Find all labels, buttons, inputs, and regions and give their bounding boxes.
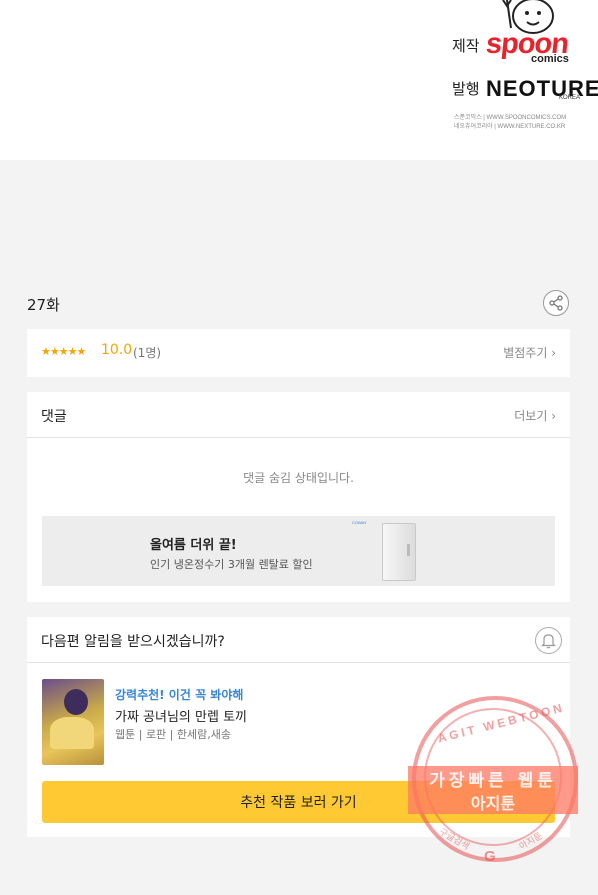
ad-subtitle: 인기 냉온정수기 3개월 렌탈료 할인 xyxy=(150,558,313,571)
recommendation-label: 강력추천! 이건 꼭 봐야해 xyxy=(115,688,244,702)
watermark-line-2: 아지툰 xyxy=(470,794,516,813)
rating-card: ★★★★★ 10.0 (1명) 별점주기 › xyxy=(27,329,570,377)
comments-title: 댓글 xyxy=(41,409,67,425)
share-icon xyxy=(549,295,563,311)
rating-score: 10.0 xyxy=(101,342,133,358)
neoture-logo-sub: KOREA xyxy=(559,95,581,101)
ad-title: 올여름 더위 끝! xyxy=(150,538,237,553)
rate-button[interactable]: 별점주기 › xyxy=(503,344,556,361)
recommendation-meta: 웹툰 | 로판 | 한세람,새송 xyxy=(115,728,231,741)
bell-icon xyxy=(541,634,556,649)
recommendation-title[interactable]: 가짜 공녀님의 만렙 토끼 xyxy=(115,706,247,725)
rating-count: (1명) xyxy=(133,346,162,360)
recommended-thumbnail[interactable] xyxy=(42,679,104,765)
comments-more-link[interactable]: 더보기 › xyxy=(514,407,556,424)
ad-brand-logo: COWAY xyxy=(352,520,367,525)
notification-question: 다음편 알림을 받으시겠습니까? xyxy=(41,634,225,650)
credit-line-2: 네오츄어코리아 | WWW.NEXTURE.CO.KR xyxy=(454,124,566,130)
episode-title: 27화 xyxy=(27,296,60,314)
ad-banner[interactable]: 올여름 더위 끝! 인기 냉온정수기 3개월 렌탈료 할인 COWAY xyxy=(42,516,555,586)
rating-stars: ★★★★★ xyxy=(41,345,86,358)
watermark-line-1: 가장빠른 웹툰 xyxy=(429,771,557,791)
credit-line-1: 스푼코믹스 | WWW.SPOONCOMICS.COM xyxy=(454,115,567,121)
spoon-comics-logo-sub: comics xyxy=(531,53,569,65)
share-button[interactable] xyxy=(543,290,569,316)
comments-card: 댓글 더보기 › 댓글 숨김 상태입니다. 올여름 더위 끝! 인기 냉온정수기… xyxy=(27,392,570,602)
credits-banner: 제작 spoon comics 발행 NEOTURE KOREA 스푼코믹스 |… xyxy=(0,0,598,160)
production-label: 제작 xyxy=(452,37,480,55)
google-icon: G xyxy=(484,848,496,865)
neoture-logo: NEOTURE xyxy=(486,76,598,101)
publisher-label: 발행 xyxy=(452,80,480,98)
water-purifier-image xyxy=(382,523,416,581)
divider xyxy=(27,662,570,663)
divider xyxy=(27,437,570,438)
notification-bell-button[interactable] xyxy=(535,627,562,654)
comments-hidden-message: 댓글 숨김 상태입니다. xyxy=(243,471,354,485)
